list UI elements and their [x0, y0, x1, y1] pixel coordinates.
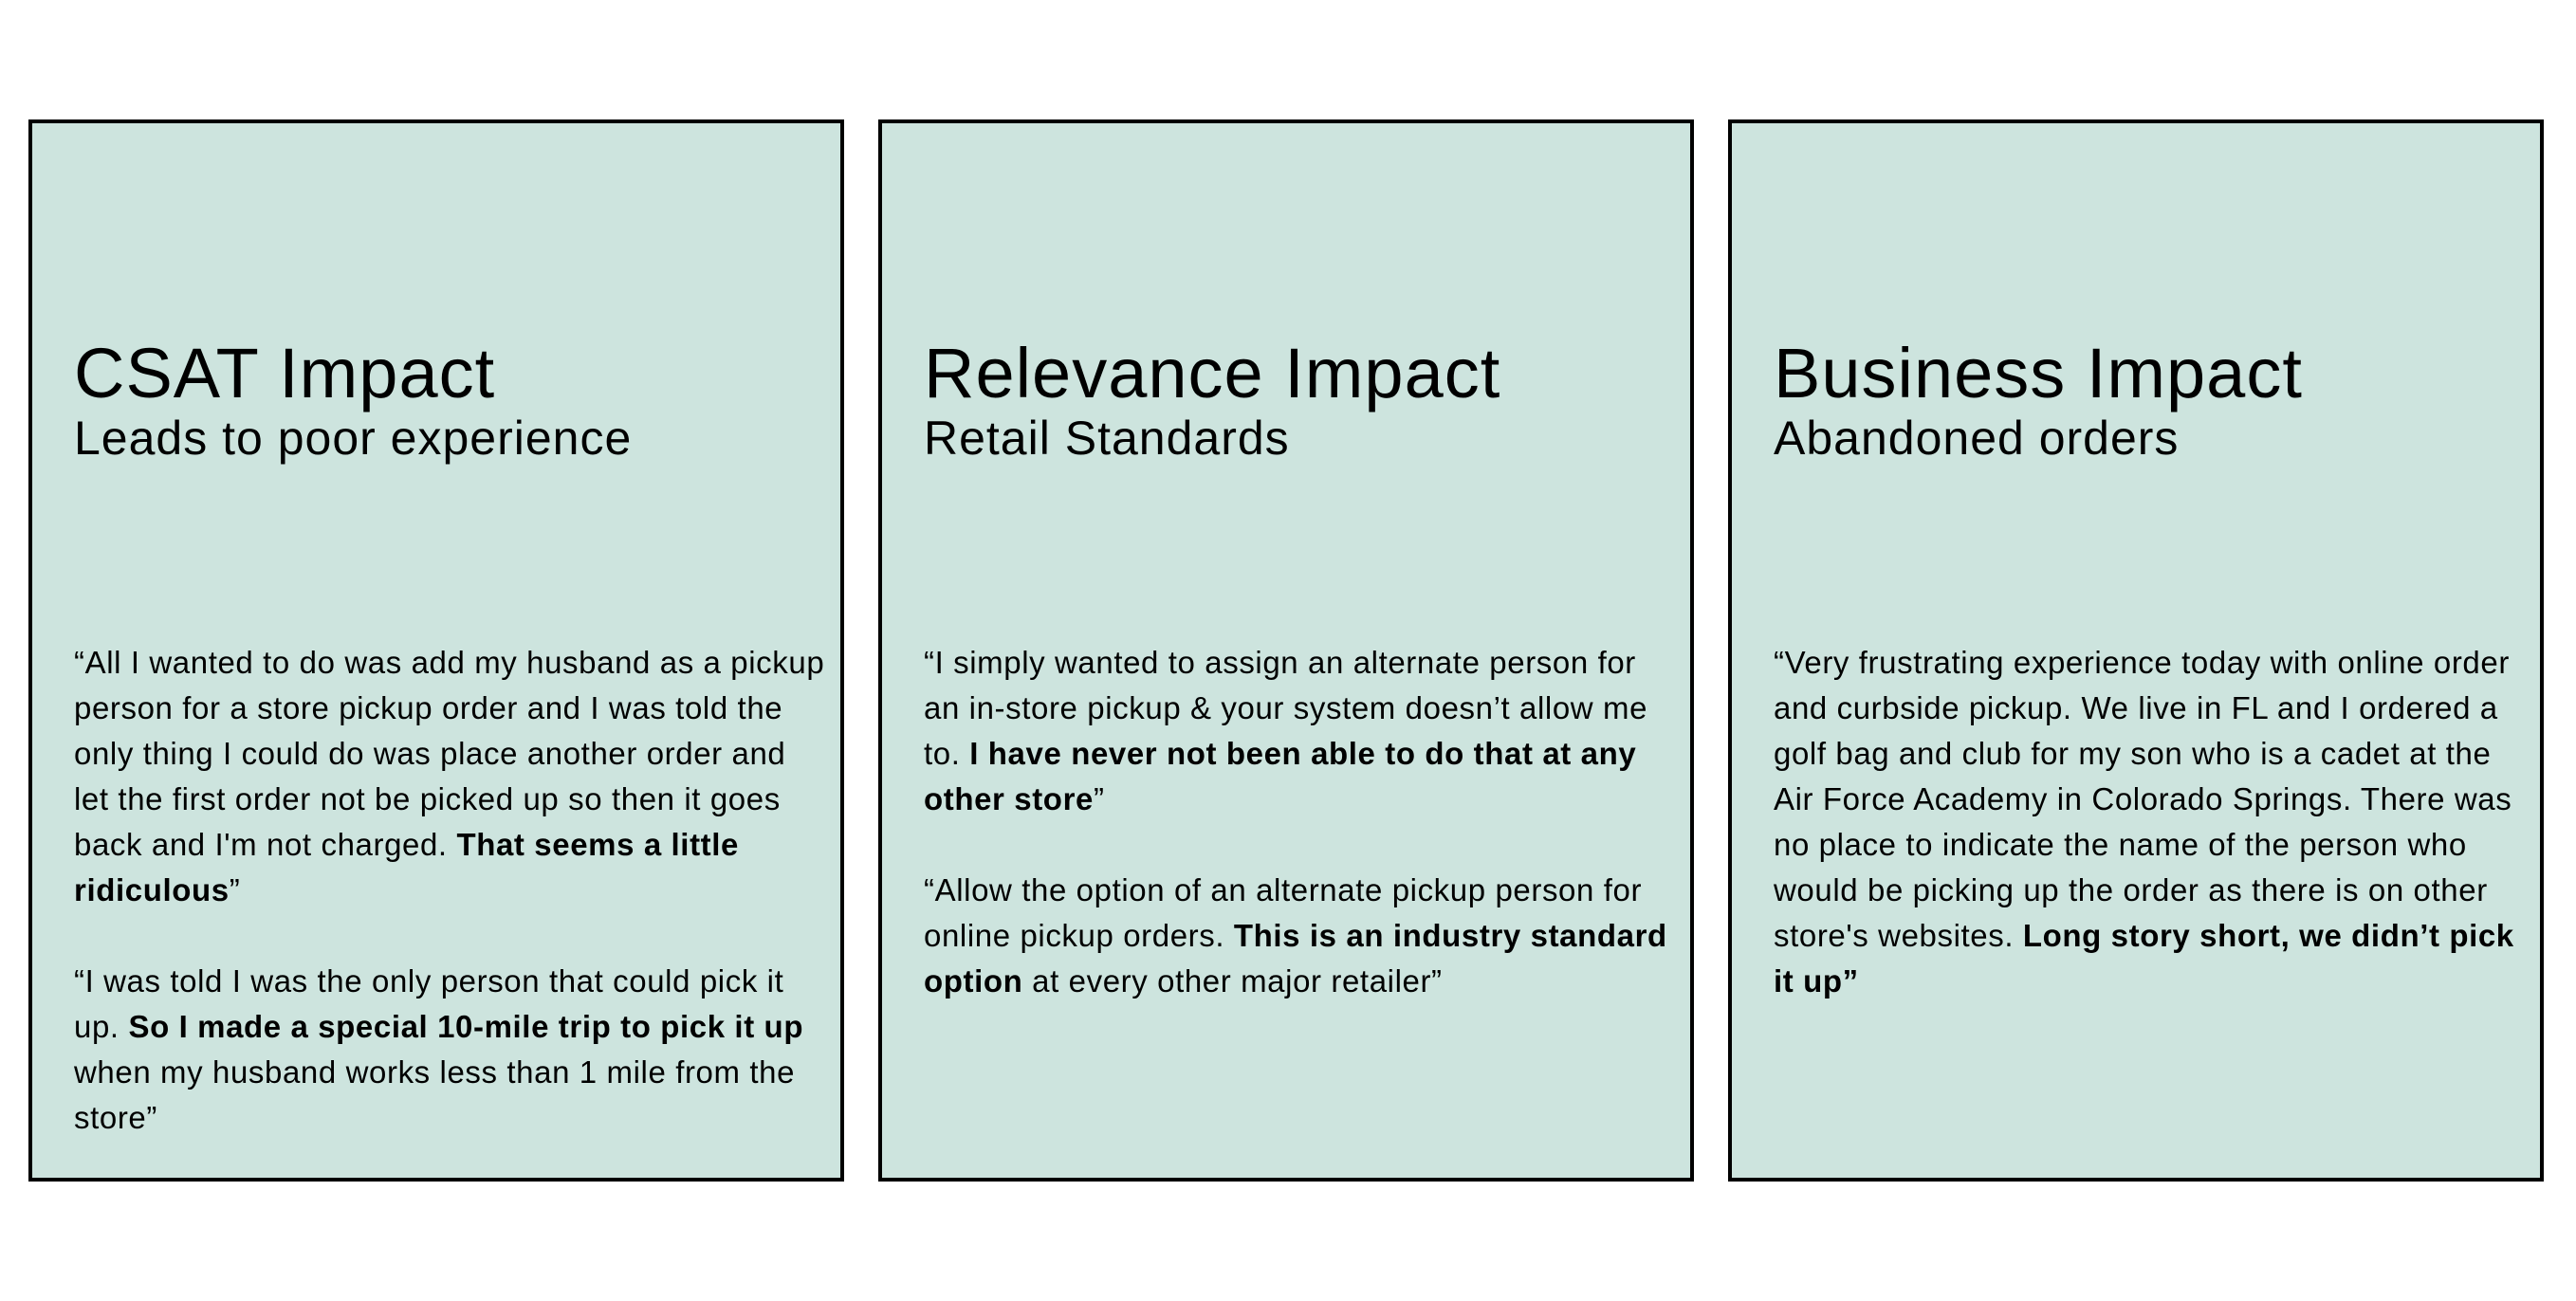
card-quotes: “I simply wanted to assign an alternate …: [924, 640, 1678, 1004]
card-csat-impact: CSAT Impact Leads to poor experience “Al…: [28, 119, 844, 1182]
card-relevance-impact: Relevance Impact Retail Standards “I sim…: [878, 119, 1694, 1182]
card-quotes: “All I wanted to do was add my husband a…: [74, 640, 828, 1141]
quote-emphasis: So I made a special 10-mile trip to pick…: [128, 1009, 804, 1044]
customer-quote: “Allow the option of an alternate pickup…: [924, 868, 1678, 1004]
customer-quote: “Very frustrating experience today with …: [1774, 640, 2528, 1004]
card-title: CSAT Impact: [74, 334, 496, 412]
customer-quote: “I simply wanted to assign an alternate …: [924, 640, 1678, 822]
card-quotes: “Very frustrating experience today with …: [1774, 640, 2528, 1004]
customer-quote: “I was told I was the only person that c…: [74, 959, 828, 1141]
card-subtitle: Abandoned orders: [1774, 412, 2180, 465]
card-business-impact: Business Impact Abandoned orders “Very f…: [1728, 119, 2544, 1182]
quote-text: ”: [229, 872, 241, 907]
impact-cards: CSAT Impact Leads to poor experience “Al…: [28, 119, 2546, 1182]
quote-text: ”: [1093, 781, 1105, 816]
card-subtitle: Retail Standards: [924, 412, 1290, 465]
card-subtitle: Leads to poor experience: [74, 412, 633, 465]
card-title: Relevance Impact: [924, 334, 1501, 412]
quote-text: at every other major retailer”: [1022, 963, 1443, 999]
quote-emphasis: I have never not been able to do that at…: [924, 736, 1637, 816]
quote-text: when my husband works less than 1 mile f…: [74, 1054, 796, 1135]
customer-quote: “All I wanted to do was add my husband a…: [74, 640, 828, 913]
card-title: Business Impact: [1774, 334, 2303, 412]
quote-text: “Very frustrating experience today with …: [1774, 645, 2512, 953]
